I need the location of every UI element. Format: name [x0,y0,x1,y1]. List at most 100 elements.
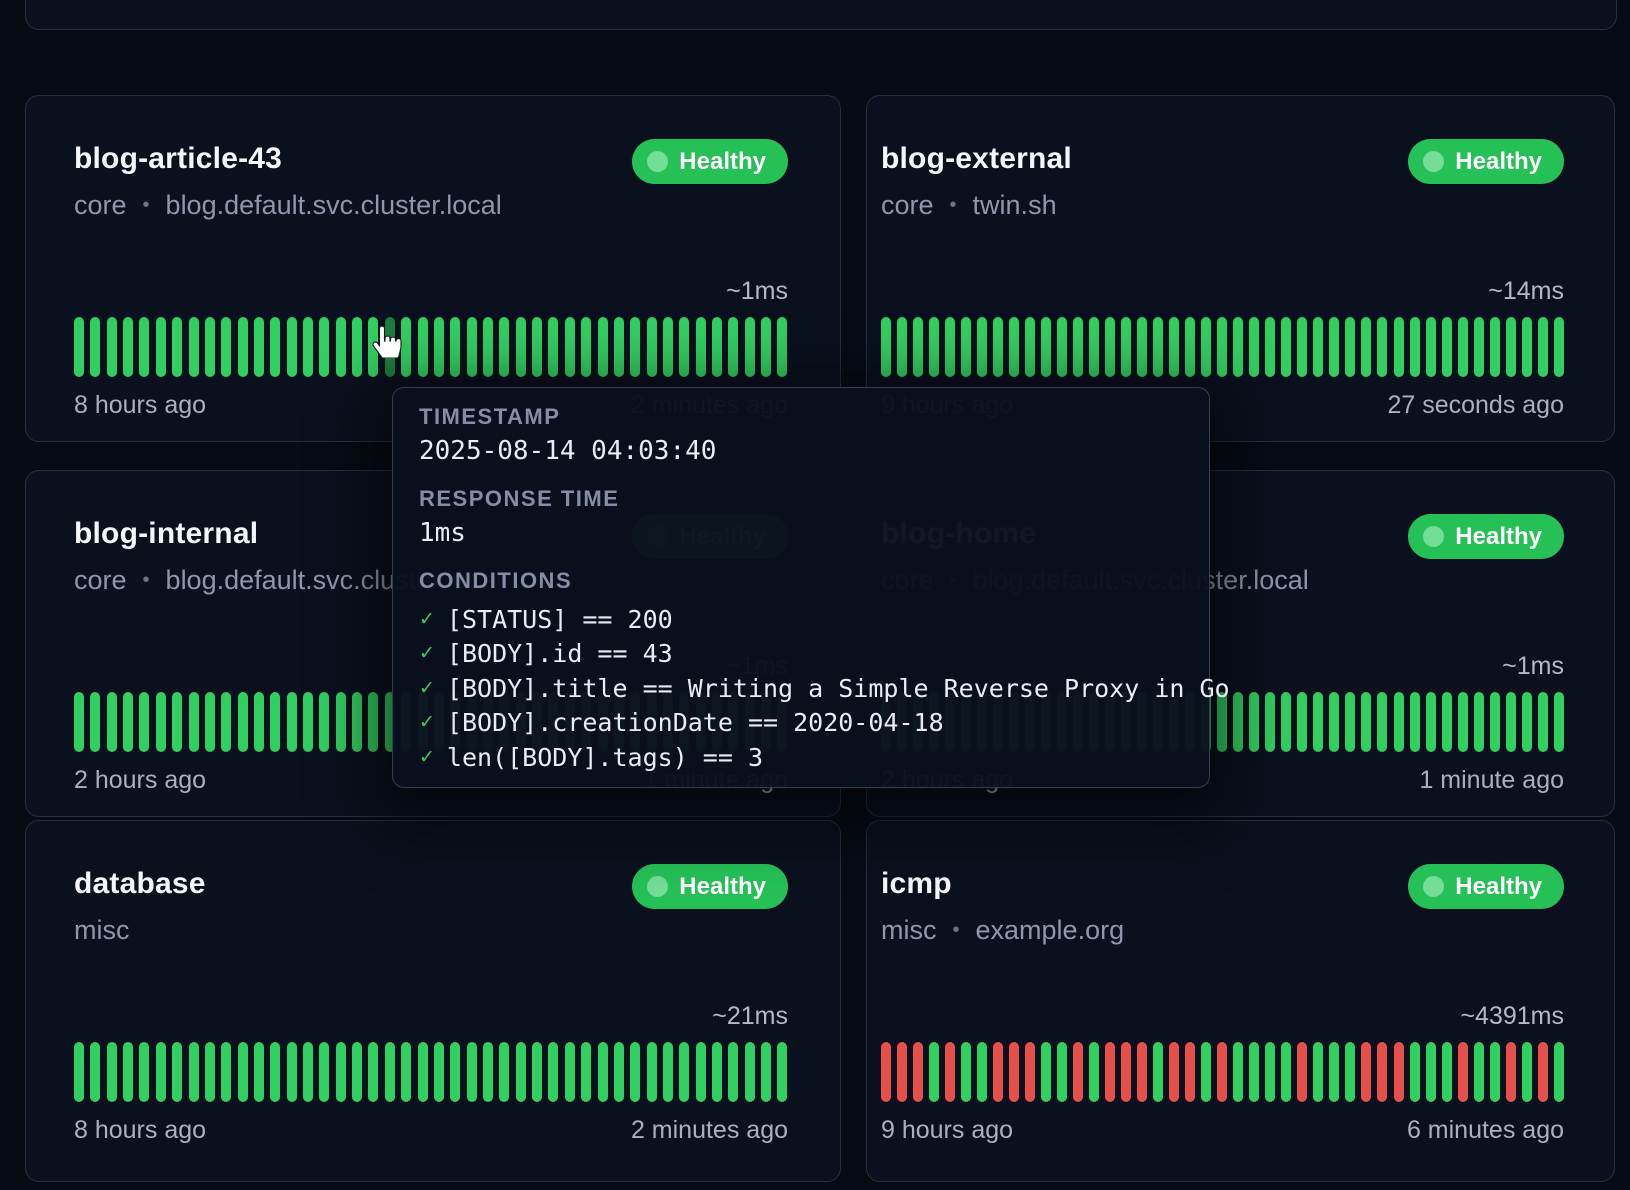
uptime-bar[interactable] [1506,1042,1516,1102]
uptime-bar[interactable] [1410,317,1420,377]
uptime-bar[interactable] [1137,1042,1147,1102]
uptime-bar[interactable] [929,1042,939,1102]
uptime-bar[interactable] [581,317,591,377]
uptime-bar[interactable] [139,692,149,752]
uptime-bar[interactable] [1538,317,1548,377]
uptime-bar[interactable] [172,317,182,377]
uptime-bar[interactable] [696,1042,706,1102]
uptime-bar[interactable] [123,1042,133,1102]
uptime-bar[interactable] [977,317,987,377]
uptime-bar[interactable] [418,1042,428,1102]
uptime-bar[interactable] [368,692,378,752]
uptime-bar[interactable] [1185,317,1195,377]
uptime-bar[interactable] [614,317,624,377]
uptime-bar[interactable] [1073,1042,1083,1102]
uptime-bar[interactable] [1169,317,1179,377]
uptime-bar[interactable] [1233,317,1243,377]
uptime-bar[interactable] [1394,1042,1404,1102]
uptime-bar[interactable] [1233,692,1243,752]
uptime-bar[interactable] [1554,1042,1564,1102]
uptime-bar[interactable] [1345,1042,1355,1102]
uptime-bar[interactable] [254,1042,264,1102]
uptime-bar[interactable] [548,1042,558,1102]
uptime-bar[interactable] [1377,1042,1387,1102]
uptime-bar[interactable] [1281,317,1291,377]
uptime-bar[interactable] [303,317,313,377]
uptime-bar[interactable] [1153,1042,1163,1102]
uptime-bar[interactable] [156,1042,166,1102]
uptime-bar[interactable] [993,317,1003,377]
uptime-bar[interactable] [745,1042,755,1102]
uptime-bar[interactable] [679,1042,689,1102]
uptime-bar[interactable] [1025,317,1035,377]
uptime-bar[interactable] [1265,692,1275,752]
uptime-bar[interactable] [961,317,971,377]
uptime-bar[interactable] [1474,317,1484,377]
uptime-bar[interactable] [614,1042,624,1102]
uptime-bar[interactable] [221,317,231,377]
uptime-bar[interactable] [139,1042,149,1102]
uptime-bar[interactable] [287,1042,297,1102]
uptime-bar[interactable] [1297,317,1307,377]
uptime-bar[interactable] [1554,692,1564,752]
uptime-bar[interactable] [565,1042,575,1102]
uptime-bar[interactable] [881,1042,891,1102]
uptime-bar[interactable] [352,692,362,752]
uptime-bar[interactable] [1361,317,1371,377]
uptime-bar[interactable] [254,692,264,752]
uptime-bar[interactable] [1057,1042,1067,1102]
uptime-bar[interactable] [1201,1042,1211,1102]
uptime-bar[interactable] [1201,317,1211,377]
uptime-bar[interactable] [1153,317,1163,377]
uptime-bar[interactable] [205,317,215,377]
uptime-bar[interactable] [336,692,346,752]
uptime-bar[interactable] [483,317,493,377]
uptime-bar[interactable] [745,317,755,377]
uptime-bar[interactable] [418,317,428,377]
uptime-bars[interactable] [74,317,788,377]
uptime-bar[interactable] [1426,692,1436,752]
uptime-bar[interactable] [630,1042,640,1102]
uptime-bar[interactable] [434,1042,444,1102]
uptime-bar[interactable] [1265,317,1275,377]
uptime-bar[interactable] [516,317,526,377]
uptime-bar[interactable] [90,692,100,752]
uptime-bar[interactable] [1313,692,1323,752]
uptime-bar[interactable] [1458,1042,1468,1102]
uptime-bar[interactable] [1442,692,1452,752]
uptime-bar[interactable] [913,1042,923,1102]
uptime-bar[interactable] [1410,692,1420,752]
uptime-bar[interactable] [1394,317,1404,377]
uptime-bar[interactable] [1041,1042,1051,1102]
uptime-bar[interactable] [238,317,248,377]
uptime-bar[interactable] [336,1042,346,1102]
uptime-bar[interactable] [1105,317,1115,377]
uptime-bar[interactable] [1249,1042,1259,1102]
uptime-bar[interactable] [319,1042,329,1102]
uptime-bar[interactable] [467,317,477,377]
uptime-bar[interactable] [1025,1042,1035,1102]
uptime-bar[interactable] [1522,692,1532,752]
uptime-bar[interactable] [74,1042,84,1102]
uptime-bar[interactable] [107,317,117,377]
uptime-bar[interactable] [107,1042,117,1102]
uptime-bar[interactable] [712,1042,722,1102]
uptime-bar[interactable] [1329,317,1339,377]
uptime-bar[interactable] [90,317,100,377]
uptime-bar[interactable] [499,317,509,377]
uptime-bar[interactable] [74,317,84,377]
uptime-bar[interactable] [897,1042,907,1102]
uptime-bar[interactable] [1442,317,1452,377]
uptime-bar[interactable] [139,317,149,377]
uptime-bar[interactable] [1057,317,1067,377]
uptime-bar[interactable] [1009,1042,1019,1102]
uptime-bar[interactable] [897,317,907,377]
uptime-bar[interactable] [647,317,657,377]
uptime-bar[interactable] [728,1042,738,1102]
uptime-bar[interactable] [1506,692,1516,752]
uptime-bar[interactable] [1377,692,1387,752]
uptime-bar[interactable] [1377,317,1387,377]
uptime-bar[interactable] [761,317,771,377]
uptime-bar[interactable] [336,317,346,377]
uptime-bars[interactable] [881,1042,1564,1102]
